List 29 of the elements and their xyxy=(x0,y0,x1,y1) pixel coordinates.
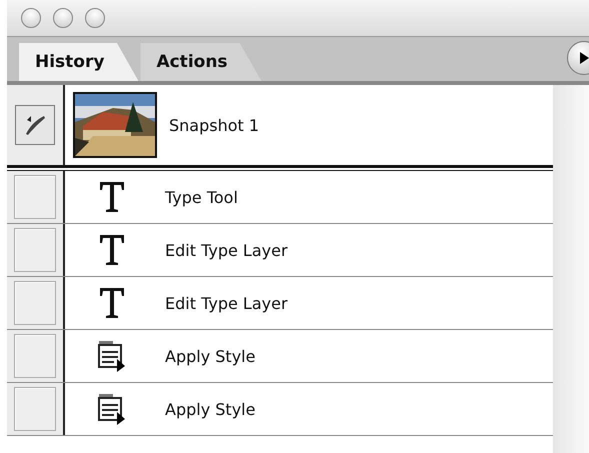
history-state-label: Type Tool xyxy=(165,188,238,206)
history-source-checkbox[interactable] xyxy=(14,334,56,378)
history-state-label: Edit Type Layer xyxy=(165,294,288,312)
history-state-label: Edit Type Layer xyxy=(165,240,288,260)
history-state-item[interactable]: Edit Type Layer xyxy=(65,224,553,276)
style-document-icon xyxy=(97,392,127,426)
window-control-button[interactable] xyxy=(21,8,41,28)
type-tool-icon xyxy=(97,286,127,320)
history-state-item[interactable]: Apply Style xyxy=(65,330,553,382)
history-source-checkbox[interactable] xyxy=(14,281,56,325)
panel-tab[interactable]: History xyxy=(19,43,138,81)
history-state-item[interactable]: Apply Style xyxy=(65,383,553,435)
style-document-icon xyxy=(97,339,127,373)
panel-tab[interactable]: Actions xyxy=(140,43,262,81)
history-brush-button[interactable] xyxy=(15,105,55,145)
snapshot-item[interactable]: Snapshot 1 xyxy=(65,85,553,165)
history-state-label: Apply Style xyxy=(165,346,256,366)
history-state-item[interactable]: Type Tool xyxy=(65,171,553,223)
history-state-item[interactable]: Edit Type Layer xyxy=(65,277,553,329)
type-tool-icon xyxy=(97,233,127,267)
history-source-checkbox[interactable] xyxy=(14,228,56,272)
history-source-checkbox[interactable] xyxy=(14,175,56,219)
window-control-button[interactable] xyxy=(85,8,105,28)
snapshot-label: Snapshot 1 xyxy=(169,116,260,134)
type-tool-icon xyxy=(97,180,127,214)
triangle-icon xyxy=(578,51,589,65)
history-source-checkbox[interactable] xyxy=(14,387,56,431)
history-state-label: Apply Style xyxy=(165,400,256,418)
window-control-button[interactable] xyxy=(53,8,73,28)
